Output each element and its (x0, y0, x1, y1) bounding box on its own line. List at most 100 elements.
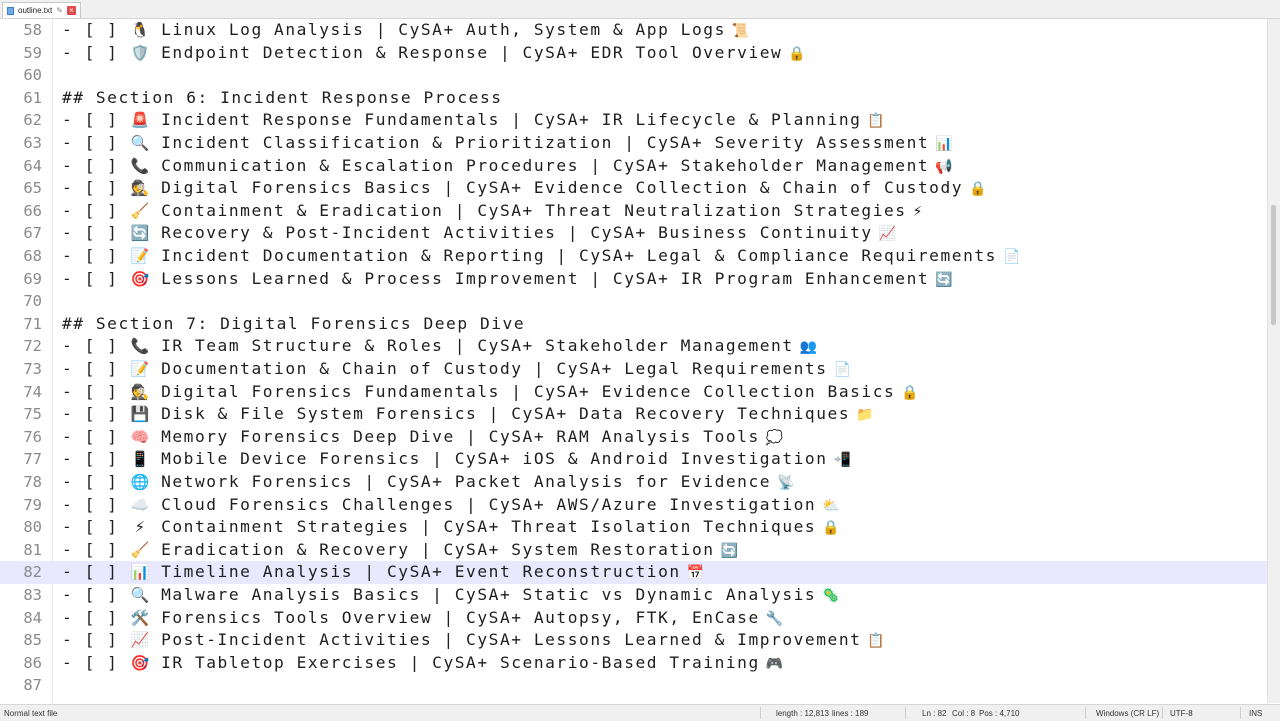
eol-format[interactable]: Windows (CR LF) (1096, 709, 1159, 718)
line-text: - [ ] ☁️ Cloud Forensics Challenges | Cy… (62, 494, 840, 518)
line-number: 78 (23, 473, 42, 491)
line-number: 82 (23, 563, 42, 582)
line-number: 69 (23, 269, 42, 288)
editor-line[interactable]: 62 - [ ] 🚨 Incident Response Fundamentals… (0, 109, 1268, 132)
checkbox-marker: - [ ] (62, 336, 130, 356)
column-readout: Col : 8 (952, 709, 976, 718)
outline-item-text: Forensics Tools Overview | CySA+ Autopsy… (161, 607, 760, 627)
checkbox-marker: - [ ] (62, 607, 130, 627)
editor-line[interactable]: 71 ## Section 7: Digital Forensics Deep D… (0, 313, 1268, 336)
sun-cloud-icon: ⛅ (822, 497, 840, 514)
document-icon: 📄 (1002, 249, 1021, 265)
clipboard-icon: 📋 (867, 113, 885, 130)
editor-line[interactable]: 76 - [ ] 🧠 Memory Forensics Deep Dive | C… (0, 426, 1268, 449)
checkbox-marker: - [ ] (62, 133, 130, 152)
tab-outline[interactable]: outline.txt ✎ × (2, 2, 81, 18)
editor-line[interactable]: 86 - [ ] 🎯 IR Tabletop Exercises | CySA+ … (0, 652, 1268, 675)
checkbox-marker: - [ ] (62, 494, 130, 514)
lock-icon: 🔒 (822, 520, 840, 537)
editor-line[interactable]: 78 - [ ] 🌐 Network Forensics | CySA+ Pack… (0, 471, 1268, 494)
insert-mode[interactable]: INS (1249, 709, 1262, 718)
folder-icon: 📁 (856, 407, 874, 424)
outline-item-text: Lessons Learned & Process Improvement | … (161, 268, 930, 288)
line-number: 63 (23, 134, 42, 152)
text-editor[interactable]: 58 - [ ] 🐧 Linux Log Analysis | CySA+ Aut… (0, 19, 1268, 703)
line-text: - [ ] 🧹 Containment & Eradication | CySA… (62, 200, 922, 224)
checkbox-marker: - [ ] (62, 359, 130, 378)
editor-line[interactable]: 87 (0, 674, 1268, 697)
editor-line[interactable]: 80 - [ ] ⚡ Containment Strategies | CySA+… (0, 516, 1268, 539)
position-readout: Pos : 4,710 (979, 709, 1020, 718)
editor-line[interactable]: 83 - [ ] 🔍 Malware Analysis Basics | CySA… (0, 584, 1268, 607)
line-number: 58 (23, 21, 42, 39)
checkbox-marker: - [ ] (62, 585, 130, 604)
checkbox-marker: - [ ] (62, 110, 130, 130)
status-divider (1085, 707, 1086, 719)
editor-line[interactable]: 70 (0, 290, 1268, 313)
tab-label: outline.txt (18, 6, 53, 15)
line-number: 66 (23, 201, 42, 220)
editor-line[interactable]: 68 - [ ] 📝 Incident Documentation & Repor… (0, 245, 1268, 268)
editor-line[interactable]: 59 - [ ] 🛡️ Endpoint Detection & Response… (0, 42, 1268, 65)
line-text: - [ ] 🛡️ Endpoint Detection & Response |… (62, 42, 806, 66)
current-line[interactable]: 82 - [ ] 📊 Timeline Analysis | CySA+ Even… (0, 561, 1268, 584)
lightning-icon: ⚡ (912, 203, 923, 220)
editor-line[interactable]: 63 - [ ] 🔍 Incident Classification & Prio… (0, 132, 1268, 155)
editor-line[interactable]: 61 ## Section 6: Incident Response Proces… (0, 87, 1268, 110)
line-text: - [ ] 🎯 IR Tabletop Exercises | CySA+ Sc… (62, 652, 783, 676)
editor-line[interactable]: 84 - [ ] 🛠️ Forensics Tools Overview | Cy… (0, 607, 1268, 630)
outline-item-text: Recovery & Post-Incident Activities | Cy… (161, 223, 873, 243)
editor-line[interactable]: 60 (0, 64, 1268, 87)
line-text: - [ ] 🔄 Recovery & Post-Incident Activit… (62, 222, 896, 246)
line-number: 75 (23, 405, 42, 424)
penguin-icon: 🐧 (130, 21, 150, 39)
editor-line[interactable]: 79 - [ ] ☁️ Cloud Forensics Challenges | … (0, 494, 1268, 517)
outline-item-text: Incident Documentation & Reporting | CyS… (161, 246, 997, 265)
outline-item-text: Cloud Forensics Challenges | CySA+ AWS/A… (161, 494, 817, 514)
line-number: 74 (23, 382, 42, 401)
close-icon[interactable]: × (66, 6, 76, 15)
line-text: - [ ] 🕵️ Digital Forensics Basics | CySA… (62, 177, 987, 201)
editor-line[interactable]: 69 - [ ] 🎯 Lessons Learned & Process Impr… (0, 268, 1268, 291)
outline-item-text: Linux Log Analysis | CySA+ Auth, System … (161, 20, 726, 39)
line-number: 84 (23, 608, 42, 627)
editor-line[interactable]: 81 - [ ] 🧹 Eradication & Recovery | CySA+… (0, 539, 1268, 562)
editor-line[interactable]: 72 - [ ] 📞 IR Team Structure & Roles | Cy… (0, 335, 1268, 358)
editor-line[interactable]: 65 - [ ] 🕵️ Digital Forensics Basics | Cy… (0, 177, 1268, 200)
document-icon: 📄 (833, 362, 851, 378)
editor-line[interactable]: 58 - [ ] 🐧 Linux Log Analysis | CySA+ Aut… (0, 19, 1268, 42)
editor-line[interactable]: 73 - [ ] 📝 Documentation & Chain of Custo… (0, 358, 1268, 381)
encoding[interactable]: UTF-8 (1170, 709, 1193, 718)
status-divider (1240, 707, 1241, 719)
checkbox-marker: - [ ] (62, 539, 130, 559)
editor-line[interactable]: 74 - [ ] 🕵️ Digital Forensics Fundamental… (0, 381, 1268, 404)
line-number: 71 (23, 314, 42, 333)
scrollbar-thumb[interactable] (1271, 205, 1276, 325)
checkbox-marker: - [ ] (62, 426, 130, 446)
outline-item-text: Incident Classification & Prioritization… (161, 133, 930, 152)
vertical-scrollbar[interactable] (1267, 19, 1280, 703)
checkbox-marker: - [ ] (62, 652, 130, 672)
editor-line[interactable]: 75 - [ ] 💾 Disk & File System Forensics |… (0, 403, 1268, 426)
line-number: 79 (23, 495, 42, 514)
line-text: - [ ] 🌐 Network Forensics | CySA+ Packet… (62, 471, 794, 495)
line-number: 87 (23, 676, 42, 695)
editor-line[interactable]: 66 - [ ] 🧹 Containment & Eradication | Cy… (0, 200, 1268, 223)
bar-chart-icon: 📊 (130, 563, 150, 582)
outline-item-text: Communication & Escalation Procedures | … (161, 155, 930, 175)
shield-icon: 🛡️ (130, 43, 150, 62)
checkbox-marker: - [ ] (62, 268, 130, 288)
line-text: - [ ] 🔍 Malware Analysis Basics | CySA+ … (62, 584, 840, 608)
line-text: - [ ] 📞 Communication & Escalation Proce… (62, 155, 953, 179)
line-number: 59 (23, 43, 42, 62)
outline-item-text: Mobile Device Forensics | CySA+ iOS & An… (161, 449, 828, 469)
broom-icon: 🧹 (130, 201, 150, 220)
editor-line[interactable]: 67 - [ ] 🔄 Recovery & Post-Incident Activ… (0, 222, 1268, 245)
phone-icon: 📞 (130, 337, 150, 356)
editor-line[interactable]: 77 - [ ] 📱 Mobile Device Forensics | CySA… (0, 448, 1268, 471)
lightning-icon: ⚡ (134, 518, 146, 537)
editor-line[interactable]: 64 - [ ] 📞 Communication & Escalation Pro… (0, 155, 1268, 178)
editor-line[interactable]: 85 - [ ] 📈 Post-Incident Activities | CyS… (0, 629, 1268, 652)
line-text: - [ ] ⚡ Containment Strategies | CySA+ T… (62, 516, 840, 540)
tab-bar: outline.txt ✎ × (0, 0, 1280, 19)
